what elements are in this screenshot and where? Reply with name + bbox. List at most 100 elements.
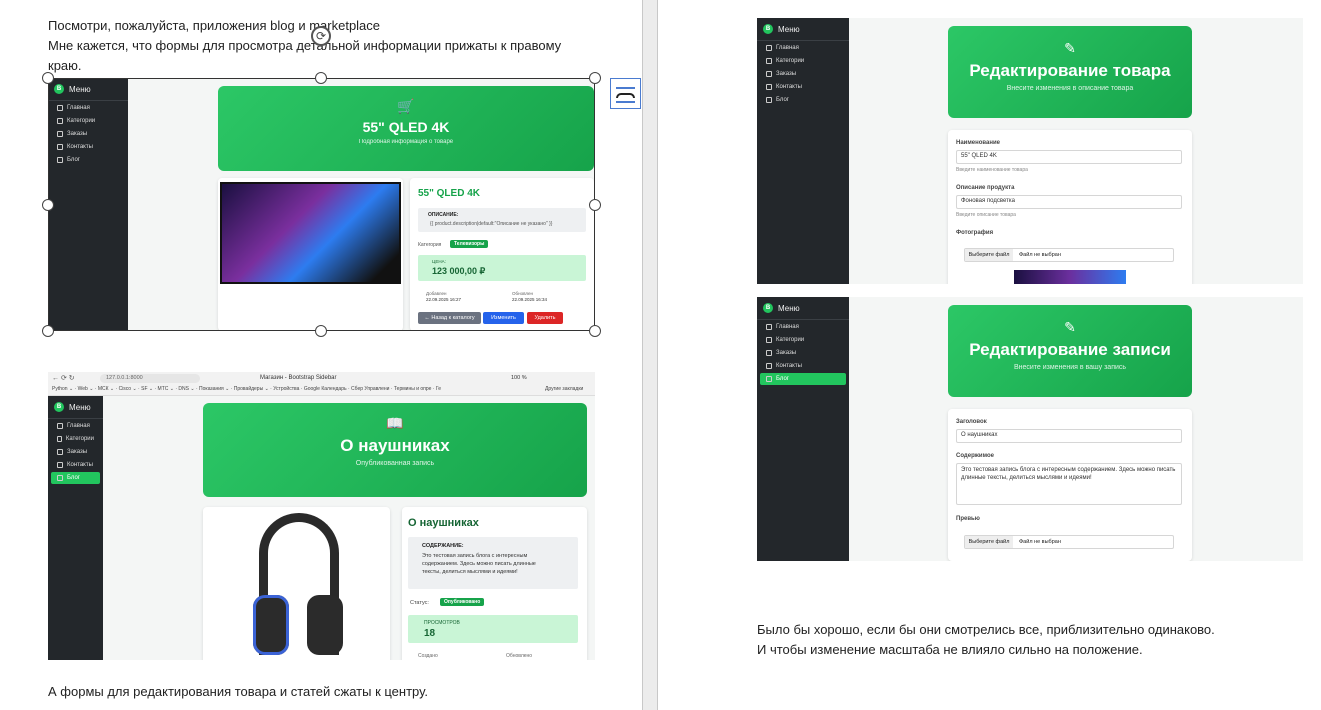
- hero-title: О наушниках: [340, 436, 450, 455]
- bookmark[interactable]: SF: [141, 386, 147, 392]
- sidebar-item-label: Контакты: [776, 363, 802, 369]
- views-value: 18: [424, 628, 436, 639]
- sidebar-item-label: Контакты: [776, 84, 802, 90]
- blog-hero: 📖 О наушниках Опубликованная запись: [203, 403, 587, 497]
- sidebar-item-home[interactable]: Главная: [760, 321, 846, 333]
- bookmark[interactable]: МТС: [158, 386, 169, 392]
- sidebar-item-label: Блог: [776, 97, 789, 103]
- content-textarea[interactable]: Это тестовая запись блога с интересным с…: [956, 463, 1182, 505]
- sidebar-item-blog[interactable]: Блог: [760, 373, 846, 385]
- sidebar-item-label: Главная: [776, 45, 799, 51]
- zoom-level[interactable]: 100 %: [511, 375, 527, 381]
- sidebar-item-home[interactable]: Главная: [51, 420, 100, 432]
- hero-subtitle: Внесите изменения в вашу запись: [1013, 364, 1127, 371]
- views-box: ПРОСМОТРОВ 18: [408, 615, 578, 643]
- resize-handle-se[interactable]: [589, 325, 601, 337]
- name-hint: Введите наименование товара: [956, 167, 1028, 173]
- phone-icon: [766, 363, 772, 369]
- book-icon: [766, 97, 772, 103]
- edit-hero: ✎ Редактирование записи Внесите изменени…: [948, 305, 1192, 397]
- selection-frame: [48, 78, 595, 331]
- blog-edit-screenshot: B Меню Главная Категории Заказы Контакты …: [757, 297, 1303, 561]
- bookmark[interactable]: DNS: [178, 386, 189, 392]
- bookmark[interactable]: МСК: [98, 386, 109, 392]
- resize-handle-e[interactable]: [589, 199, 601, 211]
- bookmarks-bar[interactable]: Python ⌄ · Web ⌄ · МСК ⌄ · Cisco ⌄ · SF …: [52, 386, 441, 392]
- resize-handle-s[interactable]: [315, 325, 327, 337]
- phone-icon: [766, 84, 772, 90]
- sidebar-item-contacts[interactable]: Контакты: [51, 459, 100, 471]
- file-input[interactable]: Выберите файл Файл не выбран: [964, 248, 1174, 262]
- bookmark[interactable]: Провайдеры: [234, 386, 263, 392]
- sidebar-item-categories[interactable]: Категории: [51, 433, 100, 445]
- page-divider: [642, 0, 643, 710]
- document-page-left: Посмотри, пожалуйста, приложения blog и …: [0, 0, 642, 710]
- home-icon: [766, 324, 772, 330]
- sidebar: B Меню Главная Категории Заказы Контакты …: [757, 297, 849, 561]
- sidebar-title: Меню: [778, 303, 800, 313]
- content-box: СОДЕРЖАНИЕ: Это тестовая запись блога с …: [408, 537, 578, 589]
- logo-icon: B: [763, 303, 773, 313]
- sidebar-item-categories[interactable]: Категории: [760, 334, 846, 346]
- resize-handle-nw[interactable]: [42, 72, 54, 84]
- name-input[interactable]: 55" QLED 4K: [956, 150, 1182, 164]
- headphones-right-cup: [307, 595, 343, 655]
- bookmark[interactable]: Термины и опре: [394, 386, 432, 392]
- sidebar-item-contacts[interactable]: Контакты: [760, 81, 846, 93]
- sidebar-item-orders[interactable]: Заказы: [760, 68, 846, 80]
- browser-chrome: ← ⟳ ↻ 127.0.0.1:8000 Магазин - Bootstrap…: [48, 372, 595, 396]
- bottom-note: А формы для редактирования товара и стат…: [48, 684, 428, 699]
- resize-handle-ne[interactable]: [589, 72, 601, 84]
- bookmark[interactable]: Google Календарь: [304, 386, 347, 392]
- calendar-icon: [766, 71, 772, 77]
- rotate-handle-icon[interactable]: ⟳: [311, 26, 331, 46]
- sidebar-item-orders[interactable]: Заказы: [760, 347, 846, 359]
- phone-icon: [57, 462, 63, 468]
- choose-file-button[interactable]: Выберите файл: [965, 536, 1013, 548]
- sidebar-item-label: Заказы: [776, 71, 797, 77]
- post-title: О наушниках: [408, 517, 479, 529]
- sidebar-item-categories[interactable]: Категории: [760, 55, 846, 67]
- photo-label: Фотография: [956, 230, 994, 236]
- bookmark[interactable]: Ге: [436, 386, 441, 392]
- file-status: Файл не выбран: [1019, 539, 1061, 545]
- file-input[interactable]: Выберите файл Файл не выбран: [964, 535, 1174, 549]
- description-input[interactable]: Фоновая подсветка: [956, 195, 1182, 209]
- resize-handle-w[interactable]: [42, 199, 54, 211]
- sidebar-item-blog[interactable]: Блог: [760, 94, 846, 106]
- other-bookmarks[interactable]: Другие закладки: [545, 386, 583, 392]
- hero-subtitle: Опубликованная запись: [355, 460, 435, 467]
- bookmark[interactable]: Сбер Управлени: [351, 386, 389, 392]
- calendar-icon: [57, 449, 63, 455]
- sidebar-item-label: Категории: [776, 337, 805, 343]
- bookmark[interactable]: Показания: [199, 386, 224, 392]
- nav-icons[interactable]: ← ⟳ ↻: [52, 374, 75, 382]
- home-icon: [766, 45, 772, 51]
- sidebar-item-blog[interactable]: Блог: [51, 472, 100, 484]
- title-input[interactable]: О наушниках: [956, 429, 1182, 443]
- bookmark[interactable]: Cisco: [119, 386, 132, 392]
- content-label: СОДЕРЖАНИЕ:: [422, 543, 464, 549]
- url-bar[interactable]: 127.0.0.1:8000: [100, 374, 200, 383]
- home-icon: [57, 423, 63, 429]
- sidebar-item-home[interactable]: Главная: [760, 42, 846, 54]
- bookmark[interactable]: Python: [52, 386, 68, 392]
- sidebar-item-contacts[interactable]: Контакты: [760, 360, 846, 372]
- sidebar-item-label: Блог: [67, 475, 80, 481]
- bookmark[interactable]: Web: [78, 386, 88, 392]
- headphones-left-cup: [253, 595, 289, 655]
- bookmark[interactable]: Устройства: [273, 386, 299, 392]
- sidebar-item-label: Заказы: [67, 449, 88, 455]
- layers-icon: [57, 436, 62, 442]
- layout-options-button[interactable]: [610, 78, 641, 109]
- file-status: Файл не выбран: [1019, 252, 1061, 258]
- tab-title: Магазин - Bootstrap Sidebar: [260, 375, 337, 381]
- resize-handle-sw[interactable]: [42, 325, 54, 337]
- sidebar-item-orders[interactable]: Заказы: [51, 446, 100, 458]
- resize-handle-n[interactable]: [315, 72, 327, 84]
- name-label: Наименование: [956, 140, 1001, 146]
- choose-file-button[interactable]: Выберите файл: [965, 249, 1013, 261]
- closing-line-2: И чтобы изменение масштаба не влияло сил…: [757, 642, 1143, 657]
- intro-line-2: Мне кажется, что формы для просмотра дет…: [48, 38, 562, 53]
- sidebar-item-label: Главная: [67, 423, 90, 429]
